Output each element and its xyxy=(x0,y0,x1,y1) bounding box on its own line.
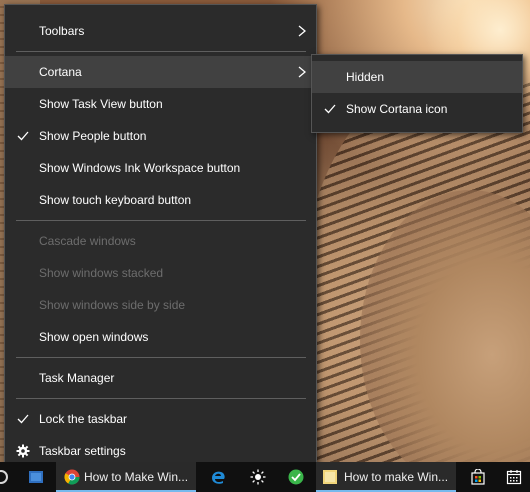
taskbar-app-store[interactable] xyxy=(464,462,492,492)
menu-item-label: Show People button xyxy=(39,129,147,143)
menu-item-show-open-windows[interactable]: Show open windows xyxy=(5,321,316,353)
taskbar-app-chrome[interactable]: How to Make Win... xyxy=(56,462,196,492)
menu-separator xyxy=(16,398,306,399)
menu-separator xyxy=(16,357,306,358)
menu-item-label: Cascade windows xyxy=(39,234,136,248)
menu-item-windows-side-by-side: Show windows side by side xyxy=(5,289,316,321)
menu-item-show-people[interactable]: Show People button xyxy=(5,120,316,152)
taskbar: How to Make Win... How to make Win... xyxy=(0,462,530,492)
menu-item-lock-taskbar[interactable]: Lock the taskbar xyxy=(5,403,316,435)
taskbar-app-label: How to Make Win... xyxy=(84,470,189,484)
menu-item-windows-stacked: Show windows stacked xyxy=(5,257,316,289)
brightness-icon xyxy=(250,469,266,485)
menu-item-cortana[interactable]: Cortana xyxy=(5,56,316,88)
folder-icon xyxy=(323,470,337,484)
menu-item-label: Show Windows Ink Workspace button xyxy=(39,161,241,175)
submenu-item-show-cortana-icon[interactable]: Show Cortana icon xyxy=(312,93,522,125)
checkmark-icon xyxy=(324,104,336,114)
menu-item-label: Show open windows xyxy=(39,330,149,344)
menu-item-toolbars[interactable]: Toolbars xyxy=(5,15,316,47)
submenu-item-label: Hidden xyxy=(346,70,385,84)
cortana-submenu: Hidden Show Cortana icon xyxy=(311,54,523,133)
menu-separator xyxy=(16,51,306,52)
taskbar-app-brightness[interactable] xyxy=(244,462,272,492)
taskbar-context-menu: Toolbars Cortana Show Task View button S… xyxy=(4,4,317,470)
chrome-icon xyxy=(64,469,80,485)
menu-item-label: Toolbars xyxy=(39,24,85,38)
menu-item-show-touch-keyboard[interactable]: Show touch keyboard button xyxy=(5,184,316,216)
checkmark-icon xyxy=(17,131,29,141)
store-icon xyxy=(471,469,485,485)
menu-item-label: Show windows stacked xyxy=(39,266,164,280)
taskbar-app-file-explorer[interactable]: How to make Win... xyxy=(316,462,456,492)
menu-item-label: Task Manager xyxy=(39,371,115,385)
menu-item-cascade-windows: Cascade windows xyxy=(5,225,316,257)
menu-item-label: Lock the taskbar xyxy=(39,412,128,426)
menu-item-show-ink-workspace[interactable]: Show Windows Ink Workspace button xyxy=(5,152,316,184)
taskbar-app-green[interactable] xyxy=(282,462,310,492)
calendar-icon xyxy=(506,470,522,485)
chevron-right-icon xyxy=(298,25,306,37)
chevron-right-icon xyxy=(298,66,306,78)
menu-item-label: Show touch keyboard button xyxy=(39,193,192,207)
menu-item-task-manager[interactable]: Task Manager xyxy=(5,362,316,394)
edge-icon xyxy=(212,471,225,484)
submenu-item-hidden[interactable]: Hidden xyxy=(312,61,522,93)
menu-item-label: Show windows side by side xyxy=(39,298,186,312)
taskbar-app-calendar[interactable] xyxy=(500,462,528,492)
taskbar-app-edge[interactable] xyxy=(204,462,232,492)
menu-item-show-task-view[interactable]: Show Task View button xyxy=(5,88,316,120)
menu-separator xyxy=(16,220,306,221)
gear-icon xyxy=(16,444,30,458)
menu-item-label: Show Task View button xyxy=(39,97,163,111)
green-app-icon xyxy=(288,469,304,485)
people-icon xyxy=(29,471,43,483)
cortana-button[interactable] xyxy=(0,462,18,492)
menu-item-label: Cortana xyxy=(39,65,82,79)
people-button[interactable] xyxy=(20,462,52,492)
submenu-item-label: Show Cortana icon xyxy=(346,102,448,116)
cortana-ring-icon xyxy=(0,470,8,484)
checkmark-icon xyxy=(17,414,29,424)
taskbar-app-label: How to make Win... xyxy=(344,470,449,484)
menu-item-label: Taskbar settings xyxy=(39,444,126,458)
